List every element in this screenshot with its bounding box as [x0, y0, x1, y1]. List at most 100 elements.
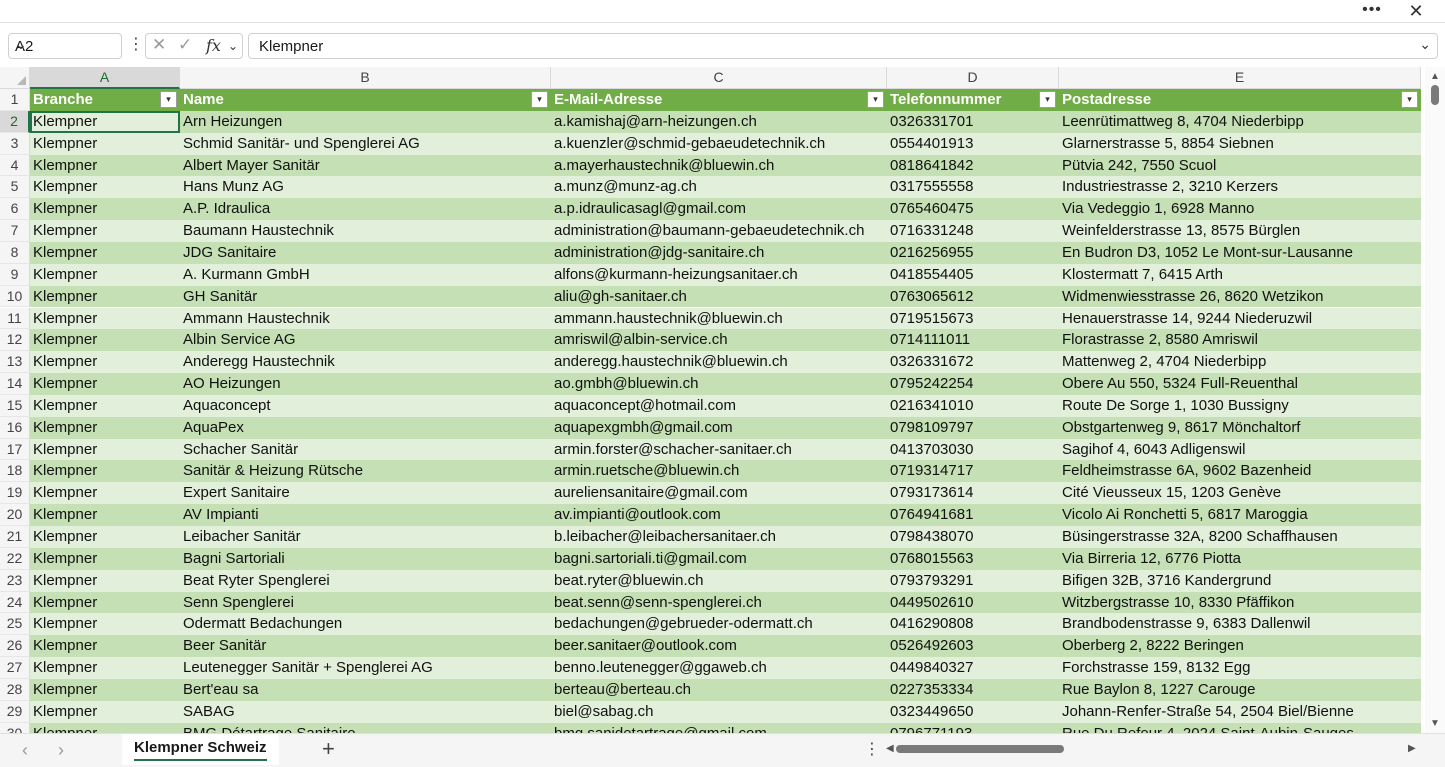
table-cell[interactable]: av.impianti@outlook.com	[551, 504, 887, 526]
table-cell[interactable]: Ammann Haustechnik	[180, 308, 551, 330]
table-cell[interactable]: A. Kurmann GmbH	[180, 264, 551, 286]
table-cell[interactable]: bagni.sartoriali.ti@gmail.com	[551, 548, 887, 570]
row-header[interactable]: 11	[0, 307, 30, 330]
table-cell[interactable]: biel@sabag.ch	[551, 701, 887, 723]
table-cell[interactable]: Aquaconcept	[180, 395, 551, 417]
table-cell[interactable]: beat.ryter@bluewin.ch	[551, 570, 887, 592]
table-cell[interactable]: a.kamishaj@arn-heizungen.ch	[551, 111, 887, 133]
table-cell[interactable]: Klempner	[30, 373, 180, 395]
table-cell[interactable]: 0413703030	[887, 439, 1059, 461]
table-cell[interactable]: Klempner	[30, 395, 180, 417]
table-cell[interactable]: Klempner	[30, 460, 180, 482]
table-cell[interactable]: Klempner	[30, 504, 180, 526]
scroll-down-icon[interactable]: ▼	[1430, 718, 1440, 729]
vertical-scroll-thumb[interactable]	[1431, 85, 1439, 105]
row-header[interactable]: 19	[0, 482, 30, 505]
table-cell[interactable]: 0418554405	[887, 264, 1059, 286]
row-header[interactable]: 15	[0, 394, 30, 417]
vertical-scrollbar[interactable]: ▲ ▼	[1425, 67, 1445, 733]
sheet-tab-klempner-schweiz[interactable]: Klempner Schweiz	[122, 734, 279, 765]
table-cell[interactable]: Senn Spenglerei	[180, 592, 551, 614]
table-cell[interactable]: armin.forster@schacher-sanitaer.ch	[551, 439, 887, 461]
table-cell[interactable]: a.p.idraulicasagl@gmail.com	[551, 198, 887, 220]
table-cell[interactable]: Schmid Sanitär- und Spenglerei AG	[180, 133, 551, 155]
table-cell[interactable]: Klempner	[30, 723, 180, 733]
table-cell[interactable]: Klempner	[30, 548, 180, 570]
table-cell[interactable]: anderegg.haustechnik@bluewin.ch	[551, 351, 887, 373]
row-header[interactable]: 8	[0, 241, 30, 264]
table-cell[interactable]: 0793173614	[887, 482, 1059, 504]
row-header[interactable]: 14	[0, 373, 30, 395]
column-header-c[interactable]: C	[551, 67, 887, 89]
column-header-e[interactable]: E	[1059, 67, 1421, 89]
table-cell[interactable]: 0795242254	[887, 373, 1059, 395]
table-cell[interactable]: 0764941681	[887, 504, 1059, 526]
table-cell[interactable]: 0416290808	[887, 613, 1059, 635]
row-header[interactable]: 24	[0, 591, 30, 614]
table-cell[interactable]: 0765460475	[887, 198, 1059, 220]
table-cell[interactable]: beer.sanitaer@outlook.com	[551, 635, 887, 657]
table-cell[interactable]: 0526492603	[887, 635, 1059, 657]
chevron-down-icon[interactable]: ⌄	[15, 36, 117, 53]
table-cell[interactable]: Hans Munz AG	[180, 176, 551, 198]
column-header-b[interactable]: B	[180, 67, 551, 89]
table-cell[interactable]: Albert Mayer Sanitär	[180, 155, 551, 177]
table-cell[interactable]: aquaconcept@hotmail.com	[551, 395, 887, 417]
filter-dropdown-icon[interactable]: ▾	[867, 91, 884, 108]
filter-dropdown-icon[interactable]: ▾	[1039, 91, 1056, 108]
table-cell[interactable]: Beer Sanitär	[180, 635, 551, 657]
table-cell[interactable]: Cité Vieusseux 15, 1203 Genève	[1059, 482, 1421, 504]
scroll-left-icon[interactable]: ◀	[886, 743, 894, 754]
table-cell[interactable]: 0326331701	[887, 111, 1059, 133]
row-header[interactable]: 17	[0, 438, 30, 461]
table-cell[interactable]: alfons@kurmann-heizungsanitaer.ch	[551, 264, 887, 286]
row-header[interactable]: 26	[0, 635, 30, 658]
table-cell[interactable]: 0763065612	[887, 286, 1059, 308]
table-cell[interactable]: Expert Sanitaire	[180, 482, 551, 504]
table-cell[interactable]: Klempner	[30, 242, 180, 264]
table-cell[interactable]: Obstgartenweg 9, 8617 Mönchaltorf	[1059, 417, 1421, 439]
table-cell[interactable]: Klempner	[30, 526, 180, 548]
row-header[interactable]: 5	[0, 176, 30, 199]
table-cell[interactable]: Klempner	[30, 198, 180, 220]
row-header[interactable]: 12	[0, 329, 30, 352]
table-cell[interactable]: ammann.haustechnik@bluewin.ch	[551, 308, 887, 330]
table-cell[interactable]: Arn Heizungen	[180, 111, 551, 133]
table-cell[interactable]: Henauerstrasse 14, 9244 Niederuzwil	[1059, 308, 1421, 330]
table-cell[interactable]: 0716331248	[887, 220, 1059, 242]
formula-bar-options-icon[interactable]: ⋮	[128, 33, 144, 59]
close-icon[interactable]: ✕	[1405, 0, 1427, 23]
table-cell[interactable]: 0719515673	[887, 308, 1059, 330]
table-cell[interactable]: Forchstrasse 159, 8132 Egg	[1059, 657, 1421, 679]
table-cell[interactable]: berteau@berteau.ch	[551, 679, 887, 701]
table-cell[interactable]: Klempner	[30, 592, 180, 614]
table-cell[interactable]: 0798438070	[887, 526, 1059, 548]
table-cell[interactable]: 0768015563	[887, 548, 1059, 570]
row-header[interactable]: 30	[0, 722, 30, 733]
table-cell[interactable]: A.P. Idraulica	[180, 198, 551, 220]
table-cell[interactable]: Odermatt Bedachungen	[180, 613, 551, 635]
table-cell[interactable]: armin.ruetsche@bluewin.ch	[551, 460, 887, 482]
table-cell[interactable]: Via Birreria 12, 6776 Piotta	[1059, 548, 1421, 570]
scroll-right-icon[interactable]: ▶	[1408, 743, 1416, 754]
table-cell[interactable]: 0449840327	[887, 657, 1059, 679]
table-cell[interactable]: Klempner	[30, 570, 180, 592]
column-header-d[interactable]: D	[887, 67, 1059, 89]
spreadsheet-grid[interactable]: A B C D E 1 Branche ▾ Name ▾ E-Mail-Adresse ▾ Telefo…	[0, 67, 1425, 733]
table-cell[interactable]: Albin Service AG	[180, 329, 551, 351]
row-header[interactable]: 13	[0, 351, 30, 374]
table-cell[interactable]: Vicolo Ai Ronchetti 5, 6817 Maroggia	[1059, 504, 1421, 526]
table-cell[interactable]: Leutenegger Sanitär + Spenglerei AG	[180, 657, 551, 679]
table-cell[interactable]: 0796771193	[887, 723, 1059, 733]
table-cell[interactable]: Klempner	[30, 264, 180, 286]
table-cell[interactable]: Sanitär & Heizung Rütsche	[180, 460, 551, 482]
table-cell[interactable]: b.leibacher@leibachersanitaer.ch	[551, 526, 887, 548]
formula-input[interactable]: Klempner ⌄	[248, 33, 1438, 59]
table-cell[interactable]: aliu@gh-sanitaer.ch	[551, 286, 887, 308]
table-cell[interactable]: Johann-Renfer-Straße 54, 2504 Biel/Bienn…	[1059, 701, 1421, 723]
chevron-down-icon[interactable]: ⌄	[228, 39, 238, 53]
table-cell[interactable]: AO Heizungen	[180, 373, 551, 395]
add-sheet-button[interactable]: +	[322, 736, 335, 762]
header-cell[interactable]: Postadresse	[1059, 89, 1401, 111]
table-cell[interactable]: Klempner	[30, 155, 180, 177]
